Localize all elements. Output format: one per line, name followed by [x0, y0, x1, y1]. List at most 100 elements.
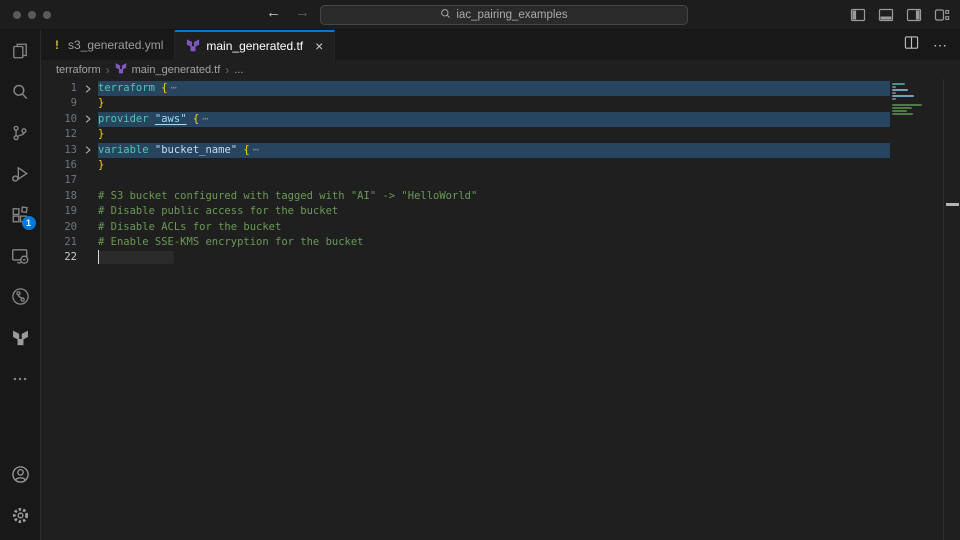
source-control-icon[interactable]: [0, 112, 41, 153]
window-controls: [13, 11, 51, 19]
code-line[interactable]: 17: [41, 173, 960, 188]
back-button[interactable]: ←: [266, 4, 281, 21]
toggle-panel-icon[interactable]: [878, 7, 894, 23]
code-line-content[interactable]: }: [98, 96, 890, 111]
terraform-icon: [115, 62, 127, 77]
code-line-content[interactable]: terraform {⋯: [98, 81, 890, 96]
code-line[interactable]: 12}: [41, 127, 960, 142]
tab-label: main_generated.tf: [206, 39, 303, 53]
code-line-content[interactable]: # Disable public access for the bucket: [98, 204, 890, 219]
code-lines: 1terraform {⋯9}10provider "aws" {⋯12}13v…: [41, 81, 960, 266]
line-number[interactable]: 20: [41, 220, 77, 235]
gitlens-icon[interactable]: [0, 276, 41, 317]
editor-more-actions-icon[interactable]: ⋯: [933, 37, 948, 54]
code-line-content[interactable]: provider "aws" {⋯: [98, 112, 890, 127]
close-tab-icon[interactable]: ×: [315, 39, 323, 53]
minimap-line: [892, 107, 912, 109]
current-line-ghost: [98, 251, 174, 264]
line-number[interactable]: 16: [41, 158, 77, 173]
settings-gear-icon[interactable]: [0, 495, 41, 536]
breadcrumb-more[interactable]: ...: [234, 64, 243, 76]
code-line-content[interactable]: # Disable ACLs for the bucket: [98, 220, 890, 235]
line-number[interactable]: 9: [41, 96, 77, 111]
code-token: terraform: [98, 82, 161, 94]
minimap-line: [892, 110, 907, 112]
line-number[interactable]: 22: [41, 250, 77, 265]
line-number[interactable]: 17: [41, 173, 77, 188]
code-line[interactable]: 20 # Disable ACLs for the bucket: [41, 220, 960, 235]
code-line-content[interactable]: # S3 bucket configured with tagged with …: [98, 189, 890, 204]
code-token: provider: [98, 113, 155, 125]
minimap-line: [892, 104, 922, 106]
minimap[interactable]: [892, 81, 942, 201]
line-number[interactable]: 13: [41, 143, 77, 158]
breadcrumb-folder[interactable]: terraform: [56, 64, 101, 76]
toggle-sidebar-right-icon[interactable]: [906, 7, 922, 23]
code-line[interactable]: 9}: [41, 96, 960, 111]
code-line[interactable]: 13variable "bucket_name" {⋯: [41, 143, 960, 158]
code-line[interactable]: 1 terraform {⋯: [41, 81, 960, 96]
breadcrumb: terraform › main_generated.tf › ...: [41, 60, 960, 79]
code-token: {: [243, 144, 249, 156]
fold-chevron-icon[interactable]: [77, 81, 98, 96]
code-token: "aws": [155, 113, 187, 125]
breadcrumb-file[interactable]: main_generated.tf: [132, 64, 221, 76]
chevron-right-icon: ›: [106, 63, 110, 77]
code-line-content[interactable]: }: [98, 158, 890, 173]
code-token: {: [193, 113, 199, 125]
minimap-line: [892, 83, 905, 85]
run-and-debug-icon[interactable]: [0, 153, 41, 194]
close-window-button[interactable]: [13, 11, 21, 19]
line-number[interactable]: 21: [41, 235, 77, 250]
scrollbar-marker[interactable]: [946, 203, 959, 206]
tab-s3-generated-yml[interactable]: ! s3_generated.yml: [41, 30, 175, 60]
command-center-text: iac_pairing_examples: [456, 9, 567, 21]
code-token: ⋯: [253, 144, 259, 156]
command-center[interactable]: iac_pairing_examples: [320, 5, 688, 25]
code-line[interactable]: 10 provider "aws" {⋯: [41, 112, 960, 127]
tab-label: s3_generated.yml: [68, 38, 163, 52]
code-line[interactable]: 19 # Disable public access for the bucket: [41, 204, 960, 219]
line-number[interactable]: 18: [41, 189, 77, 204]
code-line-content[interactable]: [98, 250, 890, 265]
code-line-content[interactable]: variable "bucket_name" {⋯: [98, 143, 890, 158]
code-line-content[interactable]: # Enable SSE-KMS encryption for the buck…: [98, 235, 890, 250]
code-line[interactable]: 16}: [41, 158, 960, 173]
line-number[interactable]: 12: [41, 127, 77, 142]
remote-explorer-icon[interactable]: [0, 235, 41, 276]
code-token: # Enable SSE-KMS encryption for the buck…: [98, 236, 364, 248]
tab-bar: ! s3_generated.yml main_generated.tf × ⋯: [41, 30, 960, 60]
code-token: ⋯: [171, 82, 177, 94]
code-line-content[interactable]: }: [98, 127, 890, 142]
maximize-window-button[interactable]: [43, 11, 51, 19]
code-editor[interactable]: 1terraform {⋯9}10provider "aws" {⋯12}13v…: [41, 79, 960, 540]
fold-gutter: [77, 189, 98, 204]
minimize-window-button[interactable]: [28, 11, 36, 19]
minimap-line: [892, 95, 914, 97]
minimap-line: [892, 89, 908, 91]
line-number[interactable]: 1: [41, 81, 77, 96]
fold-gutter: [77, 96, 98, 111]
code-token: }: [98, 128, 104, 140]
more-actions-icon[interactable]: [0, 358, 41, 399]
extensions-icon[interactable]: 1: [0, 194, 41, 235]
code-line-content[interactable]: [98, 173, 890, 188]
search-icon[interactable]: [0, 71, 41, 112]
explorer-icon[interactable]: [0, 30, 41, 71]
accounts-icon[interactable]: [0, 454, 41, 495]
code-token: ⋯: [202, 113, 208, 125]
forward-button[interactable]: →: [295, 4, 310, 21]
toggle-sidebar-left-icon[interactable]: [850, 7, 866, 23]
minimap-line: [892, 86, 896, 88]
fold-chevron-icon[interactable]: [77, 143, 98, 158]
terraform-icon[interactable]: [0, 317, 41, 358]
code-line[interactable]: 22: [41, 250, 960, 265]
customize-layout-icon[interactable]: [934, 7, 950, 23]
split-editor-icon[interactable]: [904, 35, 919, 55]
code-line[interactable]: 21 # Enable SSE-KMS encryption for the bu…: [41, 235, 960, 250]
line-number[interactable]: 19: [41, 204, 77, 219]
code-line[interactable]: 18 # S3 bucket configured with tagged wit…: [41, 189, 960, 204]
line-number[interactable]: 10: [41, 112, 77, 127]
fold-chevron-icon[interactable]: [77, 112, 98, 127]
tab-main-generated-tf[interactable]: main_generated.tf ×: [175, 30, 335, 60]
